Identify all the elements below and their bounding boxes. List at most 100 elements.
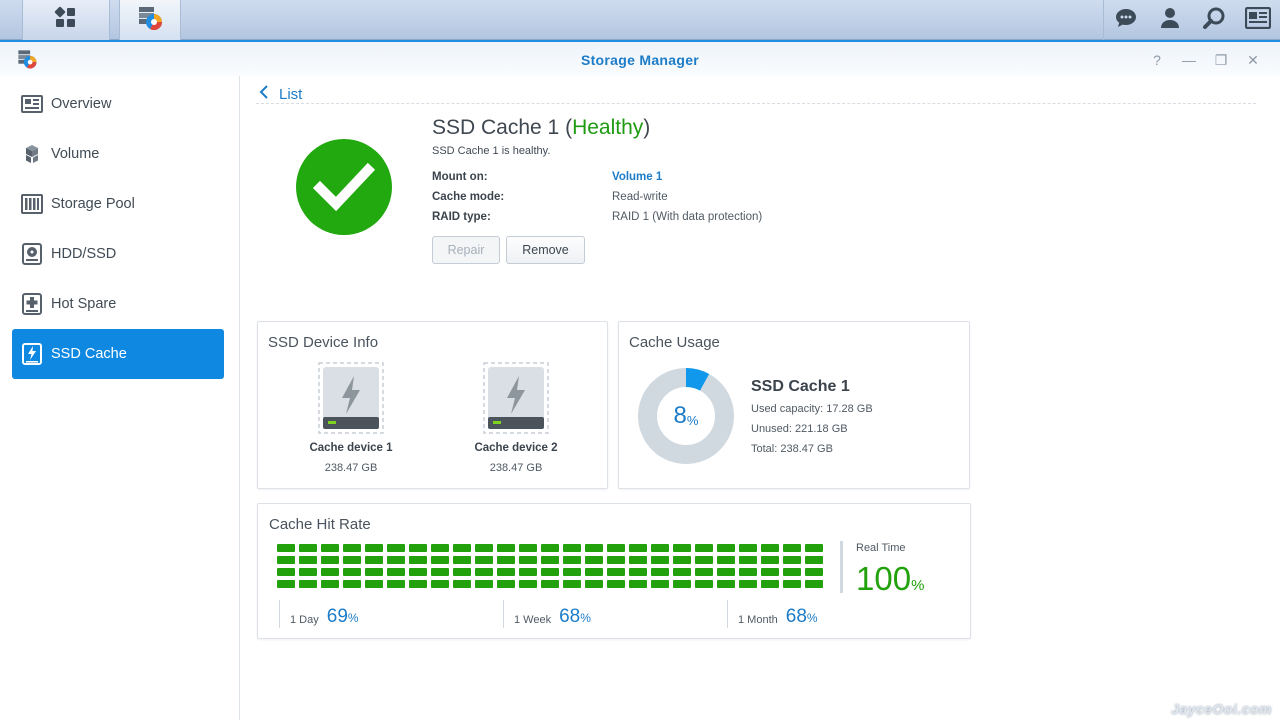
hit-rate-cell: [717, 544, 735, 552]
device-size: 238.47 GB: [324, 462, 378, 474]
mount-on-value[interactable]: Volume 1: [612, 171, 662, 183]
period-1-week: 1 Week 68%: [503, 600, 591, 628]
widgets-button[interactable]: [1236, 0, 1280, 40]
hit-rate-cell: [343, 580, 361, 588]
hit-rate-cell: [783, 544, 801, 552]
period-label: 1 Month: [738, 614, 778, 626]
taskbar-tray: [1103, 0, 1280, 40]
close-button[interactable]: ✕: [1243, 50, 1263, 70]
panel-title: Cache Usage: [629, 334, 720, 351]
hit-rate-cell: [299, 580, 317, 588]
hit-rate-cell: [717, 556, 735, 564]
ssd-disk-icon: [483, 362, 549, 439]
hit-rate-cell: [607, 544, 625, 552]
taskbar: [0, 0, 1280, 40]
hit-rate-cell: [695, 580, 713, 588]
hit-rate-cell: [695, 544, 713, 552]
hit-rate-cell: [629, 580, 647, 588]
restore-icon: ❐: [1214, 51, 1228, 68]
main-menu-button[interactable]: [22, 0, 110, 40]
panel-title: SSD Device Info: [268, 334, 379, 351]
help-button[interactable]: ?: [1147, 50, 1167, 70]
sidebar-item-ssd-cache[interactable]: SSD Cache: [12, 329, 224, 379]
period-value: 68%: [559, 606, 591, 628]
hit-rate-cell: [277, 544, 295, 552]
usage-percent: 8%: [638, 368, 734, 464]
realtime-label: Real Time: [856, 542, 906, 554]
storage-pool-icon: [21, 193, 43, 215]
total-capacity: Total: 238.47 GB: [751, 443, 833, 455]
hit-rate-cell: [277, 580, 295, 588]
ssd-disk-icon: [318, 362, 384, 439]
realtime-number: 100: [856, 560, 912, 597]
ssd-cache-icon: [21, 343, 43, 365]
hdd-icon: [21, 243, 43, 265]
hit-rate-cell: [453, 544, 471, 552]
minimize-button[interactable]: —: [1179, 50, 1199, 70]
hit-rate-cell: [695, 568, 713, 576]
hit-rate-cell: [453, 568, 471, 576]
close-icon: ✕: [1247, 51, 1259, 68]
chat-button[interactable]: [1104, 0, 1148, 40]
hit-rate-cell: [409, 544, 427, 552]
hit-rate-cell: [321, 544, 339, 552]
period-value: 68%: [786, 606, 818, 628]
ssd-device-info-panel: SSD Device Info Cache device 1 238.47 GB: [257, 321, 608, 489]
period-label: 1 Day: [290, 614, 319, 626]
period-unit: %: [580, 611, 591, 625]
hit-rate-cell: [453, 556, 471, 564]
search-button[interactable]: [1192, 0, 1236, 40]
hit-rate-cell: [761, 556, 779, 564]
hit-rate-cell: [629, 556, 647, 564]
cache-mode-label: Cache mode:: [432, 191, 505, 203]
hit-rate-cell: [431, 568, 449, 576]
mount-on-label: Mount on:: [432, 171, 488, 183]
hit-rate-cell: [343, 568, 361, 576]
chevron-left-icon: [259, 84, 269, 104]
device-size: 238.47 GB: [489, 462, 543, 474]
remove-button[interactable]: Remove: [506, 236, 585, 264]
hit-rate-cell: [651, 556, 669, 564]
cache-hit-rate-panel: Cache Hit Rate Real Time 100% 1 Day 69% …: [257, 503, 971, 639]
sidebar-item-label: Volume: [51, 146, 100, 162]
hit-rate-cell: [409, 556, 427, 564]
hit-rate-cell: [629, 544, 647, 552]
sidebar-item-volume[interactable]: Volume: [12, 129, 224, 179]
storage-manager-window: Storage Manager ? — ❐ ✕ Overview Volume …: [0, 40, 1280, 720]
hit-rate-cell: [805, 544, 823, 552]
repair-button[interactable]: Repair: [432, 236, 500, 264]
window-title: Storage Manager: [580, 52, 700, 68]
restore-button[interactable]: ❐: [1211, 50, 1231, 70]
hit-rate-cell: [321, 568, 339, 576]
hit-rate-cell: [783, 580, 801, 588]
window-titlebar[interactable]: Storage Manager ? — ❐ ✕: [0, 40, 1280, 76]
used-capacity: Used capacity: 17.28 GB: [751, 403, 873, 415]
volume-icon: [21, 143, 43, 165]
sidebar-item-overview[interactable]: Overview: [12, 79, 224, 129]
hit-rate-cell: [651, 580, 669, 588]
sidebar-item-storage-pool[interactable]: Storage Pool: [12, 179, 224, 229]
hit-rate-cell: [563, 580, 581, 588]
healthy-status-icon: [296, 139, 392, 240]
sidebar-item-hot-spare[interactable]: Hot Spare: [12, 279, 224, 329]
hit-rate-cell: [673, 556, 691, 564]
raid-type-value: RAID 1 (With data protection): [612, 211, 763, 223]
hit-rate-cell: [761, 568, 779, 576]
user-button[interactable]: [1148, 0, 1192, 40]
hit-rate-cell: [321, 556, 339, 564]
sidebar-item-hdd-ssd[interactable]: HDD/SSD: [12, 229, 224, 279]
sidebar: Overview Volume Storage Pool HDD/SSD Hot…: [0, 76, 240, 720]
hit-rate-cell: [585, 556, 603, 564]
storage-manager-taskbar-button[interactable]: [119, 0, 181, 40]
chat-icon: [1114, 6, 1138, 35]
help-icon: ?: [1153, 52, 1161, 68]
user-icon: [1158, 6, 1182, 35]
hit-rate-cell: [673, 568, 691, 576]
hit-rate-cell: [299, 568, 317, 576]
divider: [279, 600, 280, 628]
hit-rate-cell: [497, 568, 515, 576]
hit-rate-cell: [519, 580, 537, 588]
hit-rate-cell: [277, 556, 295, 564]
search-icon: [1202, 6, 1226, 35]
hit-rate-cell: [651, 568, 669, 576]
